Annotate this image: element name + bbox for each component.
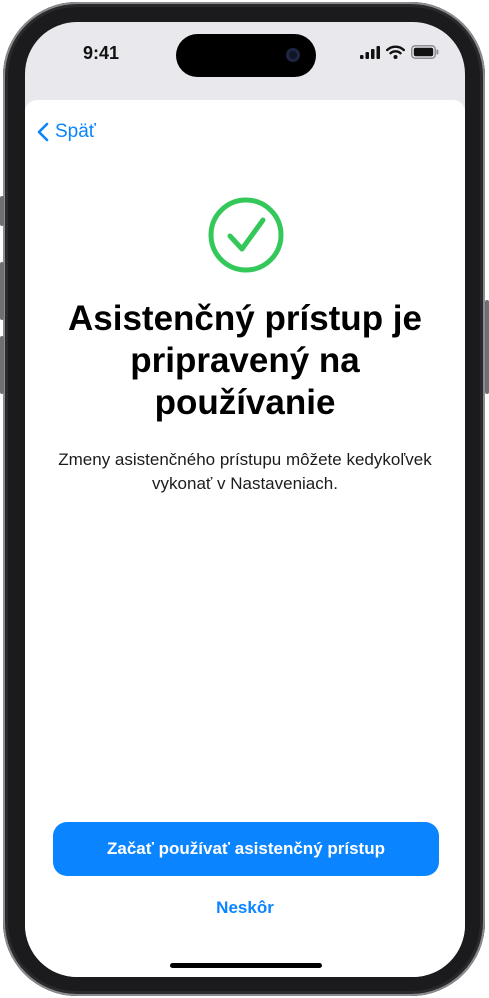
setup-sheet: Späť Asistenčný prístup je pripravený na… (25, 100, 465, 977)
wifi-icon (386, 45, 405, 59)
status-bar: 9:41 (25, 22, 465, 82)
back-label: Späť (55, 121, 96, 142)
battery-icon (411, 45, 439, 59)
dynamic-island (176, 34, 316, 77)
start-assistive-access-button[interactable]: Začať používať asistenčný prístup (53, 822, 439, 876)
screen: 9:41 Späť Asistenčný prístup je priprave… (25, 22, 465, 977)
chevron-left-icon (37, 122, 49, 142)
action-button (0, 196, 4, 226)
volume-up-button (0, 262, 4, 320)
checkmark-circle-icon (208, 197, 284, 273)
cellular-signal-icon (360, 45, 380, 59)
status-time: 9:41 (83, 43, 120, 63)
status-icons (360, 44, 439, 60)
back-button[interactable]: Späť (37, 120, 96, 144)
page-title: Asistenčný prístup je pripravený na použ… (68, 299, 422, 422)
home-indicator (170, 963, 322, 968)
side-power-button (485, 300, 489, 394)
page-subtitle: Zmeny asistenčného prístupu môžete kedyk… (58, 450, 432, 493)
front-camera (286, 48, 300, 62)
volume-down-button (0, 336, 4, 394)
later-button[interactable]: Neskôr (145, 898, 345, 924)
